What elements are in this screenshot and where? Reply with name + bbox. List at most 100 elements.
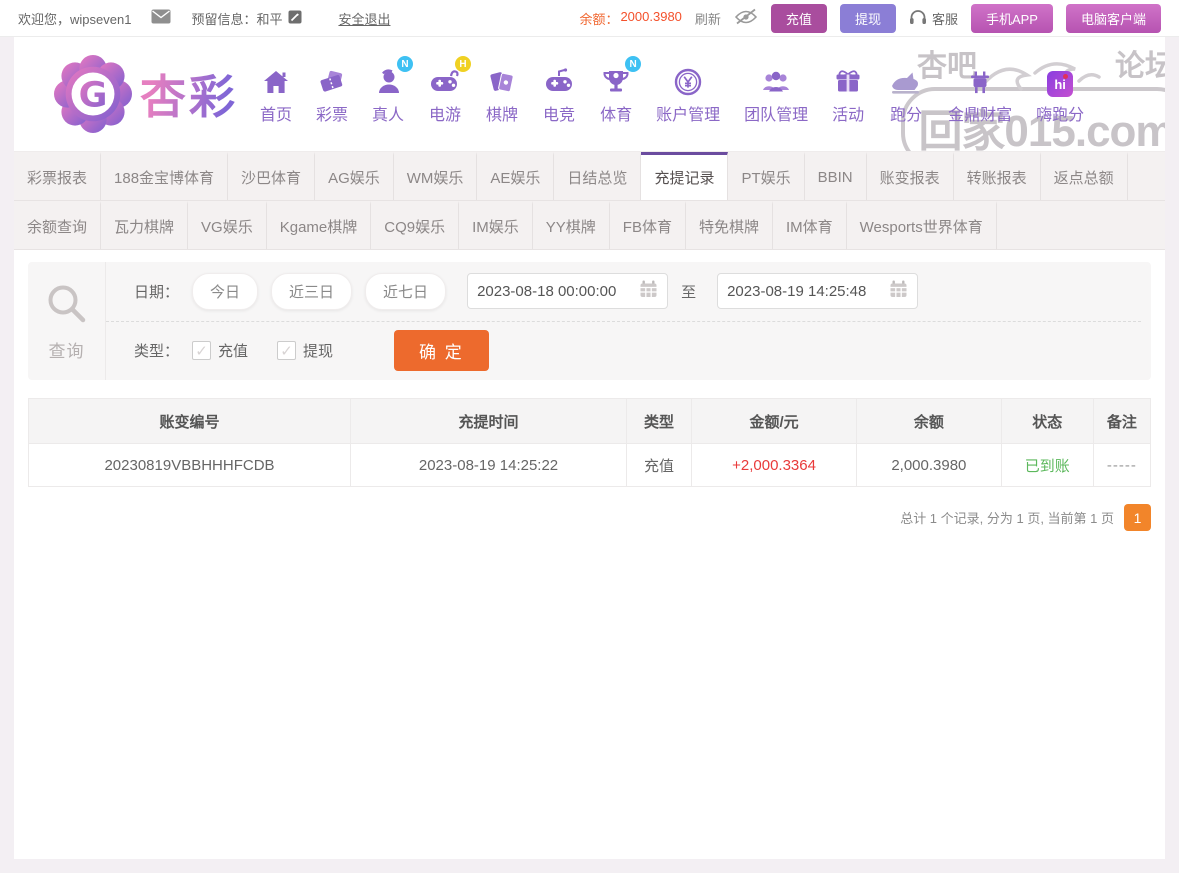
tab-bbin[interactable]: BBIN [805,152,867,200]
tab-kgame-chess[interactable]: Kgame棋牌 [267,201,372,249]
tab-saba-sport[interactable]: 沙巴体育 [228,152,315,200]
confirm-button[interactable]: 确 定 [394,330,489,371]
date-to-input[interactable] [727,283,883,300]
withdraw-checkbox-group: ✓ 提现 [277,340,333,361]
quick-7days-button[interactable]: 近七日 [365,273,446,310]
nav-team[interactable]: 团队管理 [738,63,814,125]
col-header-status: 状态 [1001,399,1093,444]
edit-icon[interactable] [288,10,302,27]
main-container: G 杏彩 首页 彩票 N 真人 [14,37,1165,859]
tab-fb-sport[interactable]: FB体育 [610,201,686,249]
withdraw-checkbox[interactable]: ✓ [277,341,296,360]
page-1-button[interactable]: 1 [1124,504,1151,531]
tab-yy-chess[interactable]: YY棋牌 [533,201,610,249]
nav-egames[interactable]: H 电游 [422,63,468,125]
records-table: 账变编号 充提时间 类型 金额/元 余额 状态 备注 20230819VBBHH… [28,398,1151,487]
tab-cq9-casino[interactable]: CQ9娱乐 [371,201,459,249]
col-header-type: 类型 [627,399,692,444]
mobile-app-button[interactable]: 手机APP [971,4,1053,33]
tab-lottery-report[interactable]: 彩票报表 [14,152,101,200]
nav-egames-label: 电游 [429,101,461,125]
quick-today-button[interactable]: 今日 [192,273,258,310]
to-label: 至 [681,281,696,302]
deposit-checkbox[interactable]: ✓ [192,341,211,360]
tab-vg-casino[interactable]: VG娱乐 [188,201,267,249]
date-from-input[interactable] [477,283,633,300]
nav-live[interactable]: N 真人 [366,63,410,125]
table-header-row: 账变编号 充提时间 类型 金额/元 余额 状态 备注 [29,399,1151,444]
tab-wm-casino[interactable]: WM娱乐 [394,152,478,200]
tab-wali-chess[interactable]: 瓦力棋牌 [101,201,188,249]
pagination-summary: 总计 1 个记录, 分为 1 页, 当前第 1 页 [900,508,1114,527]
nav-sports[interactable]: N 体育 [594,63,638,125]
eye-slash-icon[interactable] [734,8,758,28]
calendar-icon[interactable] [889,280,908,302]
logout-link[interactable]: 安全退出 [338,9,390,28]
tab-transfer-report[interactable]: 转账报表 [954,152,1041,200]
tab-rebate-total[interactable]: 返点总额 [1041,152,1128,200]
nav-esports[interactable]: 电竞 [536,63,582,125]
refresh-link[interactable]: 刷新 [695,9,721,28]
tab-temian-chess[interactable]: 特免棋牌 [686,201,773,249]
nav-paofen[interactable]: 跑分 [882,63,930,125]
mail-icon[interactable] [151,9,171,27]
col-header-time: 充提时间 [351,399,627,444]
logo[interactable]: G 杏彩 [54,55,238,133]
date-to-box[interactable] [717,273,918,309]
balance-label: 余额： [579,9,618,28]
svg-text:G: G [79,75,108,116]
tab-account-change-report[interactable]: 账变报表 [867,152,954,200]
badge-h: H [455,56,471,72]
withdraw-button[interactable]: 提现 [840,4,896,33]
hi-app-icon-dot [1063,74,1068,79]
calendar-icon[interactable] [639,280,658,302]
nav-lottery[interactable]: 彩票 [310,63,354,125]
badge-n: N [397,56,413,72]
nav-chess-label: 棋牌 [486,101,518,125]
tab-daily-summary[interactable]: 日结总览 [554,152,641,200]
nav-live-label: 真人 [372,101,404,125]
deposit-button[interactable]: 充值 [771,4,827,33]
nav-jinding-label: 金鼎财富 [948,101,1012,125]
nav-activity-label: 活动 [832,101,864,125]
ticket-icon [317,63,347,97]
date-label: 日期： [134,281,179,302]
query-panel-left: 查询 [28,262,106,380]
tab-ae-casino[interactable]: AE娱乐 [477,152,554,200]
nav-paofen-label: 跑分 [890,101,922,125]
tab-wesports[interactable]: Wesports世界体育 [847,201,997,249]
tab-im-sport[interactable]: IM体育 [773,201,847,249]
nav-activity[interactable]: 活动 [826,63,870,125]
tab-row-1: 彩票报表 188金宝博体育 沙巴体育 AG娱乐 WM娱乐 AE娱乐 日结总览 充… [14,152,1165,201]
tab-pt-casino[interactable]: PT娱乐 [728,152,804,200]
quick-3days-button[interactable]: 近三日 [271,273,352,310]
tab-188-sport[interactable]: 188金宝博体育 [101,152,228,200]
home-icon [261,63,291,97]
tab-row-spacer [1128,152,1165,200]
tab-row-spacer [997,201,1165,249]
nav-hipaofen[interactable]: hi 嗨跑分 [1030,63,1090,125]
pagination: 总计 1 个记录, 分为 1 页, 当前第 1 页 1 [28,504,1151,531]
type-filter-row: 类型： ✓ 充值 ✓ 提现 确 定 [106,322,1151,381]
nav-esports-label: 电竞 [543,101,575,125]
tab-deposit-withdraw-records[interactable]: 充提记录 [641,152,728,200]
logo-flower-icon: G [54,55,132,133]
nav-chess[interactable]: 棋牌 [480,63,524,125]
cell-type: 充值 [627,444,692,487]
customer-service[interactable]: 客服 [909,9,958,28]
nav-jinding[interactable]: 金鼎财富 [942,63,1018,125]
search-icon [44,281,90,332]
date-from-box[interactable] [467,273,668,309]
nav-account[interactable]: 账户管理 [650,63,726,125]
site-header: G 杏彩 首页 彩票 N 真人 [14,37,1165,151]
nav-home[interactable]: 首页 [254,63,298,125]
tab-balance-query[interactable]: 余额查询 [14,201,101,249]
deposit-checkbox-label: 充值 [218,340,248,361]
rhino-logo-icon [888,63,924,97]
pc-client-button[interactable]: 电脑客户端 [1066,4,1161,33]
welcome-text: 欢迎您，wipseven1 [18,9,131,28]
tab-ag-casino[interactable]: AG娱乐 [315,152,394,200]
cell-status: 已到账 [1001,444,1093,487]
nav-team-label: 团队管理 [744,101,808,125]
tab-im-casino[interactable]: IM娱乐 [459,201,533,249]
